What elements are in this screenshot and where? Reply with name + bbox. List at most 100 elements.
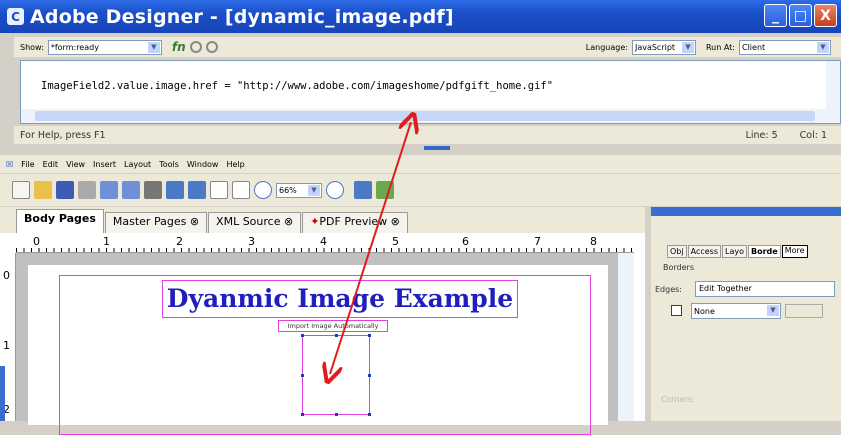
horizontal-scrollbar[interactable] bbox=[21, 109, 840, 123]
grid-icon[interactable] bbox=[166, 181, 184, 199]
tab-layout[interactable]: Layo bbox=[722, 245, 747, 258]
zoom-in-icon[interactable] bbox=[326, 181, 344, 199]
tab-border[interactable]: Borde bbox=[748, 245, 781, 258]
code-line[interactable]: ImageField2.value.image.href = "http://w… bbox=[41, 80, 553, 92]
close-button[interactable]: X bbox=[814, 4, 837, 27]
redo-icon[interactable] bbox=[122, 181, 140, 199]
check-syntax-icon[interactable] bbox=[189, 41, 202, 53]
undo-icon[interactable] bbox=[100, 181, 118, 199]
page-icon[interactable] bbox=[210, 181, 228, 199]
close-icon[interactable]: ⊗ bbox=[284, 215, 293, 228]
stop-icon[interactable] bbox=[205, 41, 218, 53]
page-title-text[interactable]: Dyanmic Image Example bbox=[162, 280, 518, 318]
language-select[interactable]: JavaScript ▼ bbox=[631, 39, 696, 55]
image-field[interactable] bbox=[301, 334, 371, 416]
menu-view[interactable]: View bbox=[66, 160, 85, 169]
binding-icon[interactable] bbox=[376, 181, 394, 199]
border-checkbox[interactable] bbox=[671, 305, 682, 316]
save-icon[interactable] bbox=[56, 181, 74, 199]
edges-select[interactable]: Edit Together bbox=[695, 281, 835, 297]
menu-tools[interactable]: Tools bbox=[159, 160, 179, 169]
script-editor-toolbar: Show: *form:ready ▼ fn Language: JavaScr… bbox=[14, 37, 841, 57]
menu-file[interactable]: File bbox=[21, 160, 34, 169]
resize-handle[interactable] bbox=[368, 413, 371, 416]
resize-handle[interactable] bbox=[301, 334, 304, 337]
design-area: Body Pages Master Pages ⊗ XML Source ⊗ ✦… bbox=[0, 207, 645, 435]
properties-panel: Obj Access Layo Borde More Borders Edges… bbox=[651, 207, 841, 421]
zoom-value: 66% bbox=[279, 185, 297, 195]
tab-object[interactable]: Obj bbox=[667, 245, 687, 258]
main-toolbar: 66% ▼ bbox=[0, 174, 841, 206]
app-icon: C bbox=[7, 8, 24, 25]
resize-handle[interactable] bbox=[335, 413, 338, 416]
ruler-label: 4 bbox=[320, 235, 327, 248]
close-icon[interactable]: ⊗ bbox=[391, 215, 400, 228]
open-icon[interactable] bbox=[34, 181, 52, 199]
show-select[interactable]: *form:ready ▼ bbox=[47, 39, 162, 55]
more-button[interactable]: More bbox=[781, 245, 808, 258]
data-view-icon[interactable] bbox=[354, 181, 372, 199]
new-icon[interactable] bbox=[12, 181, 30, 199]
design-canvas[interactable]: Dyanmic Image Example Import Image Autom… bbox=[16, 253, 618, 435]
border-width-field[interactable] bbox=[785, 304, 823, 318]
ruler-label: 0 bbox=[3, 269, 10, 282]
preview-icon[interactable] bbox=[144, 181, 162, 199]
print-icon[interactable] bbox=[78, 181, 96, 199]
ruler-label: 2 bbox=[176, 235, 183, 248]
status-line: Line: 5 bbox=[745, 129, 778, 141]
resize-handle[interactable] bbox=[368, 334, 371, 337]
menu-insert[interactable]: Insert bbox=[93, 160, 116, 169]
chevron-down-icon: ▼ bbox=[308, 184, 320, 196]
menu-help[interactable]: Help bbox=[226, 160, 244, 169]
resize-handle[interactable] bbox=[301, 374, 304, 377]
zoom-out-icon[interactable] bbox=[254, 181, 272, 199]
maximize-button[interactable]: □ bbox=[789, 4, 812, 27]
border-style-select[interactable]: None ▼ bbox=[691, 303, 781, 319]
chevron-down-icon: ▼ bbox=[767, 305, 779, 316]
tab-xml-source[interactable]: XML Source ⊗ bbox=[208, 212, 302, 233]
side-panel-tab[interactable] bbox=[0, 366, 5, 421]
image-field-caption[interactable]: Import Image Automatically bbox=[278, 320, 388, 332]
ruler-label: 7 bbox=[534, 235, 541, 248]
function-icon[interactable]: fn bbox=[172, 40, 186, 54]
chevron-down-icon: ▼ bbox=[817, 41, 829, 53]
resize-handle[interactable] bbox=[368, 374, 371, 377]
ruler-label: 1 bbox=[103, 235, 110, 248]
menu-edit[interactable]: Edit bbox=[43, 160, 59, 169]
tab-bar: Body Pages Master Pages ⊗ XML Source ⊗ ✦… bbox=[0, 207, 645, 233]
tab-xml-source-label: XML Source bbox=[216, 215, 281, 228]
corners-label: Corners: bbox=[661, 395, 695, 404]
menu-window[interactable]: Window bbox=[187, 160, 219, 169]
canvas-vertical-scrollbar[interactable] bbox=[618, 253, 634, 421]
splitter-handle[interactable] bbox=[424, 146, 450, 150]
tab-pdf-preview-label: PDF Preview bbox=[319, 215, 388, 228]
resize-handle[interactable] bbox=[335, 334, 338, 337]
tab-body-pages[interactable]: Body Pages bbox=[16, 209, 104, 233]
tab-accessibility[interactable]: Access bbox=[687, 245, 721, 258]
resize-handle[interactable] bbox=[301, 413, 304, 416]
ruler-label: 1 bbox=[3, 339, 10, 352]
menu-layout[interactable]: Layout bbox=[124, 160, 151, 169]
scroll-thumb[interactable] bbox=[35, 111, 815, 121]
chevron-down-icon: ▼ bbox=[147, 41, 160, 53]
show-select-value: *form:ready bbox=[50, 42, 99, 52]
panel-header bbox=[651, 207, 841, 216]
horizontal-ruler: 0 1 2 3 4 5 6 7 8 bbox=[16, 233, 634, 253]
page-icon[interactable] bbox=[232, 181, 250, 199]
tab-master-pages-label: Master Pages bbox=[112, 215, 187, 228]
tab-pdf-preview[interactable]: ✦PDF Preview ⊗ bbox=[302, 212, 408, 233]
minimize-button[interactable]: _ bbox=[764, 4, 787, 27]
zoom-select[interactable]: 66% ▼ bbox=[276, 182, 322, 198]
show-label: Show: bbox=[20, 42, 44, 52]
run-at-select-value: Client bbox=[742, 42, 766, 52]
close-icon[interactable]: ⊗ bbox=[190, 215, 199, 228]
title-bar: C Adobe Designer - [dynamic_image.pdf] _… bbox=[0, 0, 841, 33]
layout-icon[interactable] bbox=[188, 181, 206, 199]
app-small-icon: ☒ bbox=[6, 159, 14, 169]
script-editor[interactable]: ImageField2.value.image.href = "http://w… bbox=[20, 60, 841, 124]
form-page[interactable]: Dyanmic Image Example Import Image Autom… bbox=[28, 265, 608, 435]
tab-master-pages[interactable]: Master Pages ⊗ bbox=[104, 212, 208, 233]
ruler-label: 0 bbox=[33, 235, 40, 248]
run-at-select[interactable]: Client ▼ bbox=[739, 39, 831, 55]
vertical-scrollbar[interactable] bbox=[826, 61, 840, 111]
